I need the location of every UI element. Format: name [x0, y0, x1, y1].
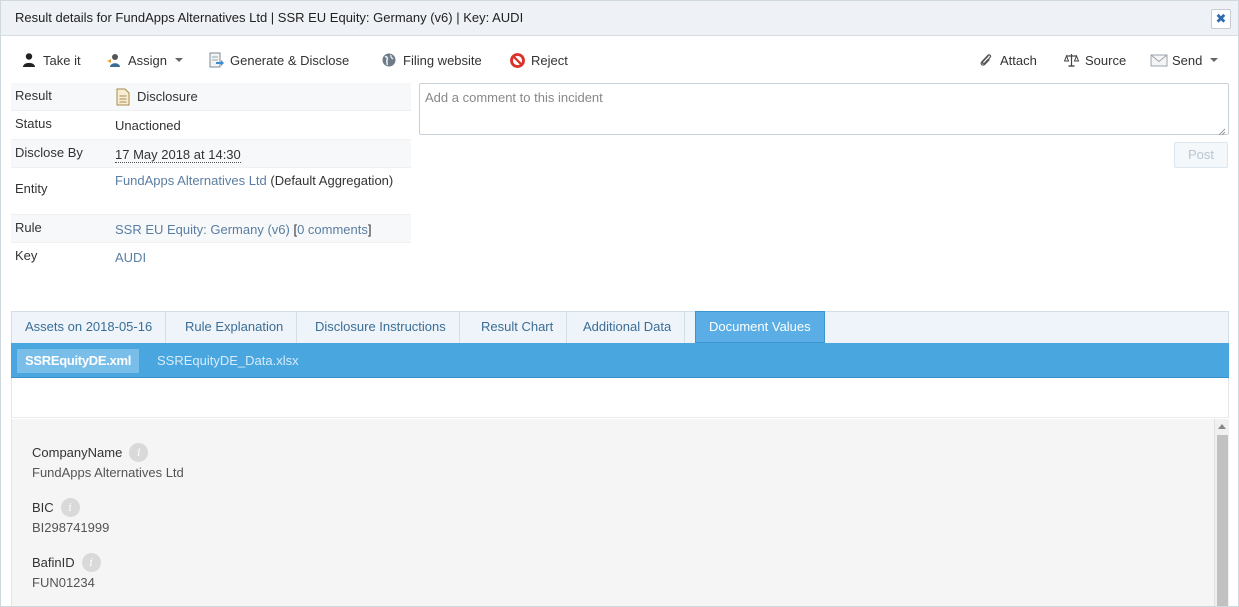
filing-website-button[interactable]: Filing website	[381, 50, 482, 70]
info-icon[interactable]: i	[81, 553, 101, 572]
file-tabs: SSREquityDE.xml SSREquityDE_Data.xlsx	[11, 343, 1229, 378]
document-field: BafinID i FUN01234	[32, 553, 101, 590]
details-table: Result Disclosure Status Unactioned Disc…	[11, 83, 411, 271]
entity-aggregation: (Default Aggregation)	[266, 173, 394, 188]
detail-label: Status	[15, 116, 52, 131]
detail-label: Rule	[15, 220, 42, 235]
send-label: Send	[1172, 52, 1203, 68]
bracket-open: [	[289, 222, 298, 237]
source-button[interactable]: Source	[1063, 50, 1126, 70]
file-tab-xml[interactable]: SSREquityDE.xml	[17, 349, 140, 373]
assign-dropdown[interactable]: Assign	[106, 50, 184, 70]
paperclip-icon	[978, 52, 994, 68]
file-tab-xlsx[interactable]: SSREquityDE_Data.xlsx	[149, 349, 307, 373]
post-button[interactable]: Post	[1174, 142, 1228, 168]
result-details-dialog: Result details for FundApps Alternatives…	[0, 0, 1239, 607]
comment-input[interactable]	[420, 84, 1228, 134]
filing-website-label: Filing website	[403, 52, 482, 68]
globe-icon	[381, 52, 397, 68]
tab-additional-data[interactable]: Additional Data	[570, 312, 686, 343]
field-value: BI298741999	[32, 520, 110, 535]
status-value: Unactioned	[115, 118, 181, 133]
resize-grip-icon[interactable]	[1218, 124, 1226, 136]
tab-result-chart[interactable]: Result Chart	[468, 312, 568, 343]
reject-label: Reject	[531, 52, 568, 68]
info-icon[interactable]: i	[129, 443, 149, 462]
field-name: BIC	[32, 500, 54, 515]
assign-label: Assign	[128, 52, 168, 68]
detail-row-disclose-by: Disclose By 17 May 2018 at 14:30	[11, 140, 411, 168]
attach-label: Attach	[1000, 52, 1037, 68]
entity-link[interactable]: FundApps Alternatives Ltd	[115, 173, 267, 188]
document-icon	[115, 88, 131, 106]
detail-label: Disclose By	[15, 145, 83, 160]
field-value: FundApps Alternatives Ltd	[32, 465, 184, 480]
detail-row-key: Key AUDI	[11, 243, 411, 271]
field-name: BafinID	[32, 555, 75, 570]
generate-disclose-label: Generate & Disclose	[230, 52, 350, 68]
vertical-scrollbar[interactable]	[1214, 419, 1229, 606]
bracket-close: ]	[367, 222, 372, 237]
field-name: CompanyName	[32, 445, 123, 460]
info-icon[interactable]: i	[60, 498, 80, 517]
document-field: BIC i BI298741999	[32, 498, 109, 535]
reject-button[interactable]: Reject	[509, 50, 568, 70]
reject-icon	[509, 52, 525, 68]
result-tabs: Assets on 2018-05-16 Rule Explanation Di…	[11, 311, 1229, 343]
attach-button[interactable]: Attach	[978, 50, 1037, 70]
document-values-pane: CompanyName i FundApps Alternatives Ltd …	[11, 419, 1229, 606]
scroll-up-arrow-icon[interactable]	[1218, 424, 1226, 429]
close-button[interactable]: ✖	[1211, 9, 1231, 29]
chevron-down-icon	[1210, 58, 1219, 62]
take-it-label: Take it	[43, 52, 81, 68]
disclose-by-value: 17 May 2018 at 14:30	[115, 147, 241, 163]
detail-row-rule: Rule SSR EU Equity: Germany (v6) [0 comm…	[11, 215, 411, 243]
send-dropdown[interactable]: Send	[1150, 50, 1219, 70]
key-link[interactable]: AUDI	[115, 250, 146, 265]
detail-row-result: Result Disclosure	[11, 83, 411, 111]
scrollbar-thumb[interactable]	[1217, 435, 1228, 606]
rule-link[interactable]: SSR EU Equity: Germany (v6)	[115, 222, 290, 237]
action-toolbar: Take it Assign Generate & Disclose Filin…	[1, 41, 1238, 77]
document-export-icon	[208, 52, 224, 68]
scales-icon	[1063, 52, 1080, 68]
detail-row-status: Status Unactioned	[11, 111, 411, 140]
detail-label: Entity	[15, 181, 48, 196]
tab-rule-explanation[interactable]: Rule Explanation	[172, 312, 298, 343]
tab-assets[interactable]: Assets on 2018-05-16	[12, 312, 167, 343]
detail-row-entity: Entity FundApps Alternatives Ltd (Defaul…	[11, 168, 411, 215]
result-value: Disclosure	[137, 89, 198, 104]
field-value: FUN01234	[32, 575, 95, 590]
envelope-icon	[1150, 52, 1168, 68]
detail-label: Result	[15, 88, 52, 103]
tab-disclosure-instructions[interactable]: Disclosure Instructions	[302, 312, 460, 343]
detail-label: Key	[15, 248, 38, 263]
take-it-button[interactable]: Take it	[21, 50, 81, 70]
source-label: Source	[1085, 52, 1127, 68]
tab-document-values[interactable]: Document Values	[695, 311, 825, 343]
person-icon	[21, 52, 37, 68]
close-icon: ✖	[1215, 11, 1227, 26]
chevron-down-icon	[175, 58, 184, 62]
assign-user-icon	[106, 52, 122, 68]
comment-box	[419, 83, 1229, 136]
document-field: CompanyName i FundApps Alternatives Ltd	[32, 443, 184, 480]
file-header-pane	[11, 378, 1229, 418]
title-bar: Result details for FundApps Alternatives…	[1, 1, 1238, 36]
rule-comments-link[interactable]: 0 comments	[297, 222, 368, 237]
generate-disclose-button[interactable]: Generate & Disclose	[208, 50, 349, 70]
dialog-title: Result details for FundApps Alternatives…	[15, 10, 524, 25]
